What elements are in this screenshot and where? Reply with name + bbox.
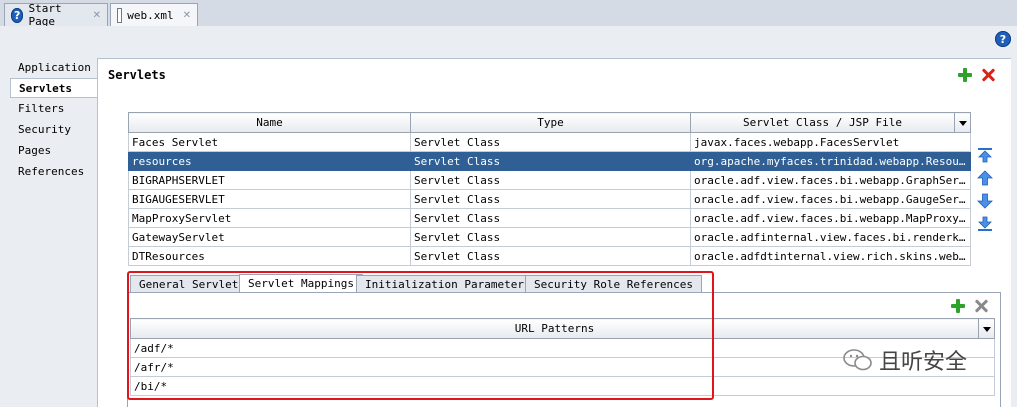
servlet-name-cell: resources xyxy=(128,151,411,171)
table-row[interactable]: MapProxyServlet Servlet Class oracle.adf… xyxy=(128,208,971,228)
nav-item-pages[interactable]: Pages xyxy=(10,141,98,161)
watermark-text: 且听安全 xyxy=(879,350,968,375)
servlet-type-cell: Servlet Class xyxy=(410,208,691,228)
delete-mapping-icon[interactable] xyxy=(973,298,989,314)
nav-item-application[interactable]: Application xyxy=(10,58,98,78)
servlet-class-cell: oracle.adfdtinternal.view.rich.skins.web… xyxy=(690,246,971,266)
editor-toolbar xyxy=(0,26,1017,58)
chevron-down-icon xyxy=(958,121,967,126)
move-down-button[interactable] xyxy=(976,192,994,210)
table-row[interactable]: DTResources Servlet Class oracle.adfdtin… xyxy=(128,246,971,266)
servlet-name-cell: BIGRAPHSERVLET xyxy=(128,170,411,190)
table-row[interactable]: resources Servlet Class org.apache.myfac… xyxy=(128,151,971,171)
servlet-type-cell: Servlet Class xyxy=(410,227,691,247)
watermark: 且听安全 xyxy=(843,344,967,376)
servlet-class-cell: oracle.adfinternal.view.faces.bi.renderk… xyxy=(690,227,971,247)
nav-item-security[interactable]: Security xyxy=(10,120,98,140)
tab-start-page[interactable]: ? Start Page ✕ xyxy=(4,2,108,28)
servlet-name-cell: MapProxyServlet xyxy=(128,208,411,228)
servlet-class-cell: oracle.adf.view.faces.bi.webapp.MapProxy… xyxy=(690,208,971,228)
help-icon[interactable]: ? xyxy=(995,31,1011,47)
servlet-type-cell: Servlet Class xyxy=(410,132,691,152)
nav-item-filters[interactable]: Filters xyxy=(10,99,98,119)
annotation-highlight-box xyxy=(127,271,714,400)
servlets-table: Name Type Servlet Class / JSP File Faces… xyxy=(128,112,971,266)
overview-navigator: Application Servlets Filters Security Pa… xyxy=(10,58,98,248)
help-icon: ? xyxy=(11,7,24,23)
arrow-up-icon xyxy=(977,170,993,186)
add-mapping-icon[interactable] xyxy=(950,298,966,314)
column-header-type[interactable]: Type xyxy=(410,112,691,133)
servlet-type-cell: Servlet Class xyxy=(410,246,691,266)
delete-servlet-icon[interactable] xyxy=(980,67,996,83)
move-to-bottom-button[interactable] xyxy=(976,215,994,233)
table-row[interactable]: BIGRAPHSERVLET Servlet Class oracle.adf.… xyxy=(128,170,971,190)
tab-label: Start Page xyxy=(28,2,62,28)
table-row[interactable]: GatewayServlet Servlet Class oracle.adfi… xyxy=(128,227,971,247)
column-header-servlet-class[interactable]: Servlet Class / JSP File xyxy=(690,112,955,133)
servlet-class-cell: oracle.adf.view.faces.bi.webapp.GraphSer… xyxy=(690,170,971,190)
move-bottom-icon xyxy=(978,216,992,231)
tab-web-xml[interactable]: web.xml ✕ xyxy=(110,3,198,27)
servlet-name-cell: Faces Servlet xyxy=(128,132,411,152)
move-up-button[interactable] xyxy=(976,169,994,187)
servlet-name-cell: GatewayServlet xyxy=(128,227,411,247)
wechat-icon xyxy=(843,349,872,371)
servlet-type-cell: Servlet Class xyxy=(410,170,691,190)
tab-label: web.xml xyxy=(127,9,174,22)
servlet-name-cell: DTResources xyxy=(128,246,411,266)
move-to-top-button[interactable] xyxy=(976,146,994,164)
column-header-name[interactable]: Name xyxy=(128,112,411,133)
servlet-class-cell: org.apache.myfaces.trinidad.webapp.Resou… xyxy=(690,151,971,171)
servlet-class-cell: javax.faces.webapp.FacesServlet xyxy=(690,132,971,152)
servlet-class-cell: oracle.adf.view.faces.bi.webapp.GaugeSer… xyxy=(690,189,971,209)
arrow-down-icon xyxy=(977,193,993,209)
add-servlet-icon[interactable] xyxy=(957,67,973,83)
chevron-down-icon xyxy=(982,327,991,332)
nav-item-references[interactable]: References xyxy=(10,162,98,182)
table-row[interactable]: BIGAUGESERVLET Servlet Class oracle.adf.… xyxy=(128,189,971,209)
servlet-type-cell: Servlet Class xyxy=(410,151,691,171)
xml-file-icon xyxy=(117,8,123,23)
section-title: Servlets xyxy=(108,68,166,82)
nav-item-servlets[interactable]: Servlets xyxy=(10,78,98,98)
table-row[interactable]: Faces Servlet Servlet Class javax.faces.… xyxy=(128,132,971,152)
close-icon[interactable]: ✕ xyxy=(93,10,101,21)
column-menu-button[interactable] xyxy=(954,112,971,133)
servlet-type-cell: Servlet Class xyxy=(410,189,691,209)
move-top-icon xyxy=(978,148,992,163)
column-menu-button[interactable] xyxy=(978,318,995,339)
editor-tab-bar: ? Start Page ✕ web.xml ✕ xyxy=(0,0,1017,28)
close-icon[interactable]: ✕ xyxy=(183,10,191,21)
servlet-name-cell: BIGAUGESERVLET xyxy=(128,189,411,209)
